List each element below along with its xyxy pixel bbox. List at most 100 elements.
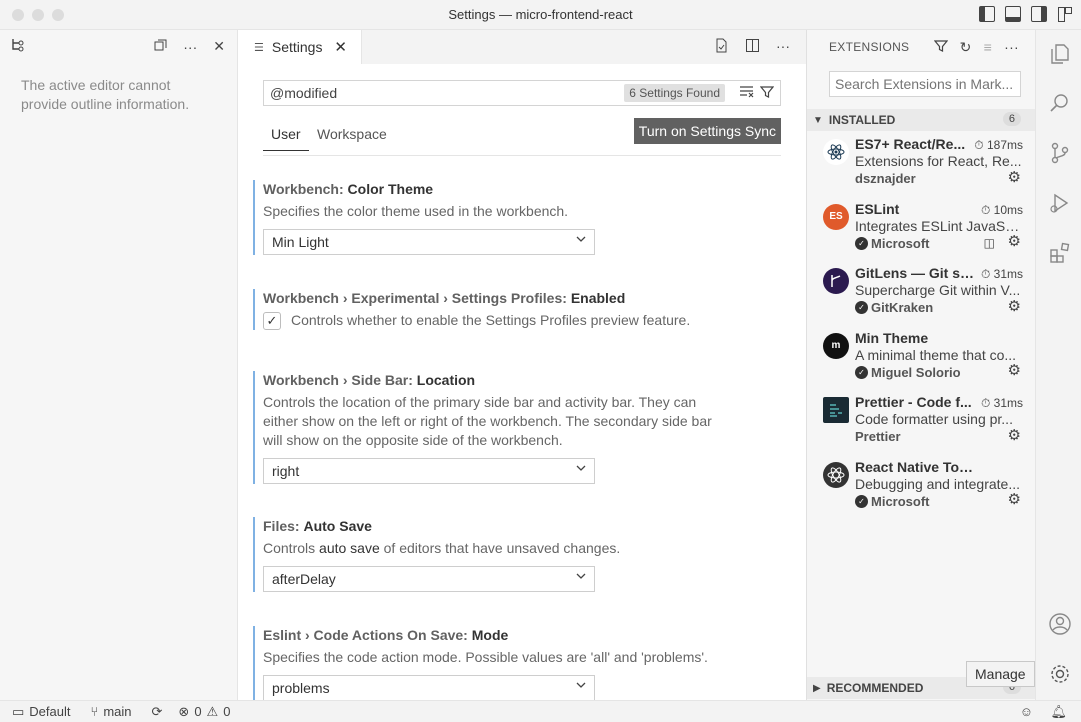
gitlens-icon <box>823 268 849 294</box>
installed-count-badge: 6 <box>1002 112 1021 126</box>
chevron-down-icon <box>576 573 586 579</box>
extension-item[interactable]: Prettier - Code f... ⏱ 31ms Code formatt… <box>807 389 1035 454</box>
tab-user[interactable]: User <box>263 126 309 151</box>
setting-description: Specifies the color theme used in the wo… <box>263 203 569 219</box>
settings-search-input[interactable] <box>270 85 625 101</box>
manage-gear-icon[interactable] <box>1048 662 1072 686</box>
extension-item[interactable]: ES7+ React/Re... ⏱ 187ms Extensions for … <box>807 131 1035 196</box>
settings-sync-button[interactable]: Turn on Settings Sync <box>633 118 781 144</box>
extension-description: Debugging and integrate... <box>855 475 1021 492</box>
extensions-header: EXTENSIONS ↻ ≡ ··· <box>807 30 1035 64</box>
verified-icon: ✓ <box>855 365 868 379</box>
more-actions-icon[interactable]: ··· <box>183 39 197 55</box>
close-tab-icon[interactable]: ✕ <box>334 38 347 56</box>
source-control-icon[interactable] <box>1048 141 1072 165</box>
settings-body: 6 Settings Found User Workspace Turn on … <box>263 80 781 156</box>
profile-status[interactable]: ▭ Default <box>12 704 71 720</box>
split-editor-icon[interactable] <box>745 38 760 56</box>
gear-icon[interactable]: ⚙ <box>1008 361 1021 379</box>
zoom-window-button[interactable] <box>52 9 64 21</box>
warning-icon: ⚠ <box>206 703 219 719</box>
split-icon[interactable] <box>154 39 167 55</box>
clear-icon[interactable]: ≡ <box>984 39 992 56</box>
verified-icon: ✓ <box>855 236 868 250</box>
setting-settings-profiles: Workbench › Experimental › Settings Prof… <box>253 289 743 330</box>
toggle-primary-sidebar-icon[interactable] <box>979 6 995 22</box>
extension-item[interactable]: React Native Tools Debugging and integra… <box>807 454 1035 519</box>
editor-area: ☰ Settings ✕ ··· 6 Settings Found <box>238 30 806 701</box>
open-settings-json-icon[interactable] <box>714 38 729 56</box>
filter-icon[interactable] <box>759 85 775 102</box>
toggle-panel-icon[interactable] <box>1005 6 1021 22</box>
select-value: right <box>272 463 300 479</box>
gear-icon[interactable]: ⚙ <box>1008 490 1021 508</box>
refresh-icon[interactable]: ↻ <box>960 39 972 56</box>
min-theme-icon: m <box>823 332 849 359</box>
toggle-secondary-sidebar-icon[interactable] <box>1031 6 1047 22</box>
sync-status[interactable]: ⟳ <box>152 704 163 720</box>
gear-icon[interactable]: ⚙ <box>1008 168 1021 186</box>
window-controls[interactable] <box>12 9 64 21</box>
extension-description: A minimal theme that co... <box>855 346 1017 363</box>
select-value: Min Light <box>272 234 329 250</box>
customize-layout-icon[interactable] <box>1057 6 1073 22</box>
minimize-window-button[interactable] <box>32 9 44 21</box>
gear-icon[interactable]: ⚙ <box>1008 232 1021 250</box>
profile-label: Default <box>29 704 71 719</box>
setting-checkbox-row: ✓ Controls whether to enable the Setting… <box>263 311 743 330</box>
settings-profiles-checkbox[interactable]: ✓ <box>263 311 281 330</box>
clear-filter-icon[interactable] <box>739 85 754 101</box>
gear-icon[interactable]: ⚙ <box>1008 297 1021 315</box>
problems-status[interactable]: ⊗ 0 ⚠ 0 <box>178 704 230 720</box>
branch-status[interactable]: ⑂ main <box>91 704 132 719</box>
feedback-icon[interactable]: ☺ <box>1020 704 1033 719</box>
setting-title: Files: Auto Save <box>263 518 372 534</box>
status-bar: ▭ Default ⑂ main ⟳ ⊗ 0 ⚠ 0 ☺ 🔔︎ <box>0 700 1081 722</box>
search-icon[interactable] <box>1048 91 1072 115</box>
gear-icon[interactable]: ⚙ <box>1008 426 1021 444</box>
remote-icon: ▭ <box>12 703 25 719</box>
extension-item[interactable]: m Min Theme A minimal theme that co... ✓… <box>807 325 1035 390</box>
settings-search[interactable]: 6 Settings Found <box>263 80 781 106</box>
layout-controls <box>979 6 1073 22</box>
extension-name: Prettier - Code f... <box>855 394 972 410</box>
chevron-right-icon: ▶ <box>813 682 821 694</box>
extensions-icon[interactable] <box>1048 241 1072 265</box>
react-native-tools-icon <box>823 461 849 488</box>
remote-icon[interactable]: ◫ <box>984 236 995 250</box>
extension-item[interactable]: GitLens — Git su... ⏱ 31ms Supercharge G… <box>807 260 1035 325</box>
window-title: Settings — micro-frontend-react <box>448 7 633 22</box>
explorer-icon[interactable] <box>1048 42 1072 66</box>
settings-file-icon: ☰ <box>254 41 264 54</box>
extensions-search[interactable] <box>829 71 1021 97</box>
auto-save-link[interactable]: auto save <box>319 540 380 556</box>
extension-name: GitLens — Git su... <box>855 265 975 281</box>
setting-color-theme: Workbench: Color Theme Specifies the col… <box>253 180 743 255</box>
branch-label: main <box>103 704 132 719</box>
extension-item[interactable]: ES ESLint ⏱ 10ms Integrates ESLint JavaS… <box>807 196 1035 261</box>
auto-save-select[interactable]: afterDelay <box>263 566 595 592</box>
outline-header: ··· ✕ <box>0 30 237 64</box>
eslint-mode-select[interactable]: problems <box>263 675 595 701</box>
filter-icon[interactable] <box>933 39 948 56</box>
manage-tooltip: Manage <box>966 661 1035 687</box>
notifications-icon[interactable]: 🔔︎ <box>1050 704 1067 720</box>
account-icon[interactable] <box>1048 612 1072 636</box>
more-actions-icon[interactable]: ··· <box>1004 39 1019 56</box>
tab-workspace[interactable]: Workspace <box>309 126 395 150</box>
git-branch-icon: ⑂ <box>90 704 99 719</box>
more-actions-icon[interactable]: ··· <box>776 38 790 56</box>
sidebar-location-select[interactable]: right <box>263 458 595 484</box>
close-window-button[interactable] <box>12 9 24 21</box>
extension-name: Min Theme <box>855 329 929 346</box>
color-theme-select[interactable]: Min Light <box>263 229 595 255</box>
editor-actions: ··· <box>714 38 790 56</box>
tab-bar: ☰ Settings ✕ ··· <box>238 30 806 64</box>
installed-section-header[interactable]: ▼ INSTALLED 6 <box>807 109 1035 131</box>
select-value: afterDelay <box>272 571 336 587</box>
extensions-search-input[interactable] <box>835 76 1015 92</box>
extension-name: ESLint <box>855 200 900 217</box>
tab-settings[interactable]: ☰ Settings ✕ <box>238 30 362 64</box>
run-debug-icon[interactable] <box>1048 191 1072 215</box>
close-icon[interactable]: ✕ <box>213 38 225 55</box>
